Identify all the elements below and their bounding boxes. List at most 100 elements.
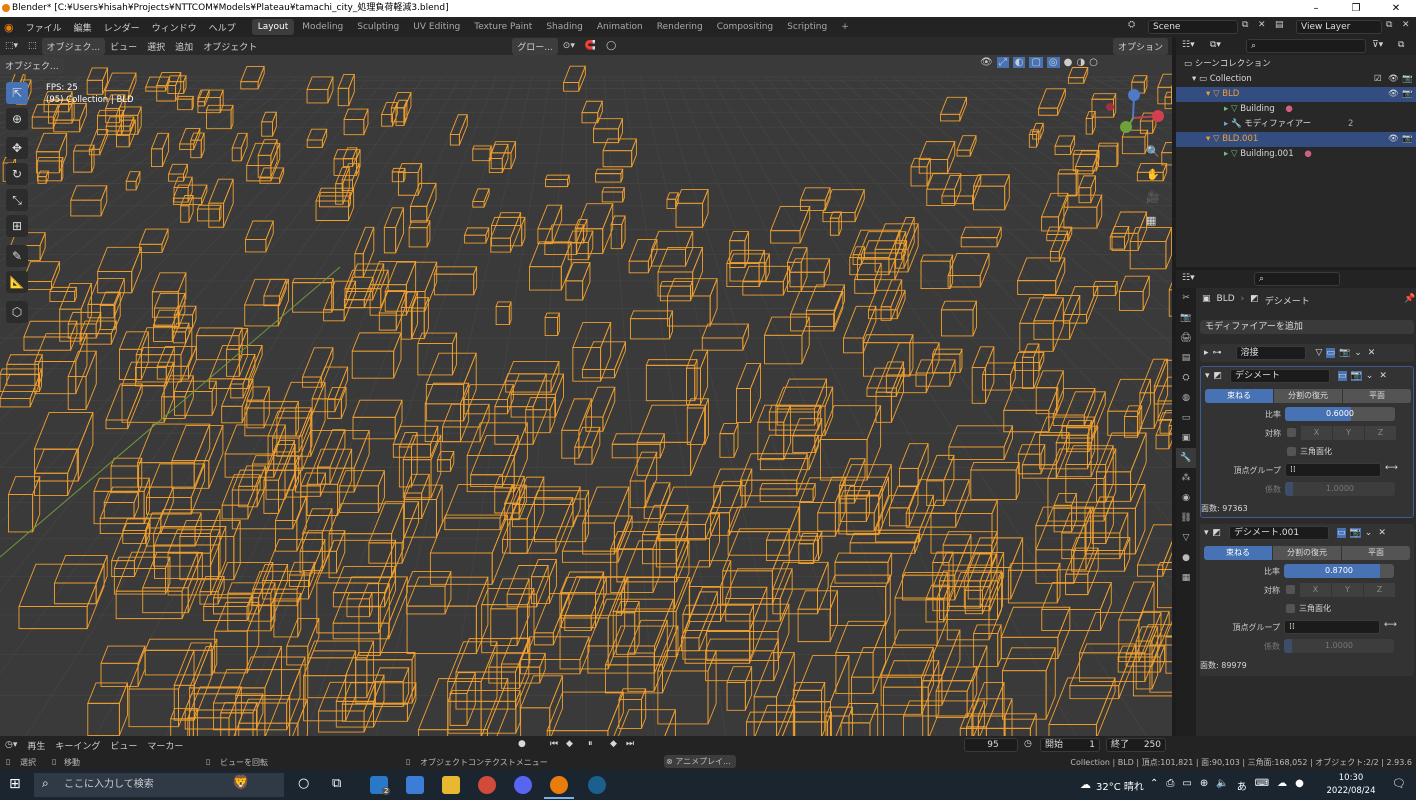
keyboard-icon[interactable]: ⌨ (1255, 778, 1269, 793)
dropdown-icon[interactable]: ⌄ (1354, 348, 1362, 358)
chrome-app-icon[interactable] (478, 776, 496, 794)
current-frame-field[interactable]: 95 (964, 738, 1018, 752)
outliner-item-bld[interactable]: ▾ ▽ BLD 👁 📷 (1176, 87, 1416, 102)
move-tool-icon[interactable]: ✥ (6, 137, 28, 159)
scene-tab-icon[interactable]: ⛭ (1176, 368, 1196, 388)
modifier-tab-icon[interactable]: 🔧 (1176, 448, 1196, 468)
viewport-toggle-icon[interactable]: ▭ (1338, 371, 1347, 381)
transform-tool-icon[interactable]: ⊞ (6, 215, 28, 237)
expand-icon[interactable]: ▾ (1204, 528, 1209, 538)
solid-shading-icon[interactable]: ● (1064, 57, 1073, 68)
tab-modeling[interactable]: Modeling (296, 19, 349, 35)
timeline-editor-icon[interactable]: ◷▾ (0, 738, 22, 752)
menu-render[interactable]: レンダー (104, 21, 140, 34)
outliner-item-building[interactable]: ▸ ▽ Building ● (1176, 102, 1416, 117)
collection-checkbox[interactable]: ☑ (1374, 72, 1382, 87)
mode-selector[interactable]: オブジェク... (41, 37, 106, 55)
properties-editor-icon[interactable]: ☷▾ (1182, 273, 1195, 283)
axis-x-button[interactable]: X (1301, 426, 1332, 440)
weather-icon[interactable]: ☁ (1080, 778, 1091, 791)
viewport-canvas[interactable] (0, 37, 1172, 736)
object-tab-icon[interactable]: ▣ (1176, 428, 1196, 448)
world-tab-icon[interactable]: ◍ (1176, 388, 1196, 408)
axis-z-button[interactable]: Z (1365, 426, 1396, 440)
symmetry-checkbox[interactable] (1287, 428, 1296, 437)
cancel-icon[interactable]: ⊗ (666, 757, 673, 766)
animation-playback-indicator[interactable]: ⊗ アニメプレイ... (664, 755, 736, 768)
discord-app-icon[interactable] (514, 776, 532, 794)
xray-toggle-icon[interactable]: ▢ (1029, 57, 1043, 68)
marker-menu[interactable]: マーカー (142, 737, 188, 754)
vertex-group-field[interactable]: ⁞⁞ (1284, 620, 1380, 634)
measure-tool-icon[interactable]: 📐 (6, 271, 28, 293)
rotate-tool-icon[interactable]: ↻ (6, 163, 28, 185)
transform-orientation-selector[interactable]: グロー... (512, 37, 558, 55)
view-menu[interactable]: ビュー (105, 737, 142, 754)
menu-select[interactable]: 選択 (142, 38, 170, 55)
snap-icon[interactable]: 🧲 (580, 39, 601, 53)
collapse-icon[interactable]: ▸ (1204, 348, 1209, 358)
z-axis-icon[interactable] (1128, 89, 1140, 101)
steam-app-icon[interactable] (588, 776, 606, 794)
pin-icon[interactable]: 📌 (1404, 294, 1415, 304)
factor-slider[interactable]: 1.0000 (1285, 482, 1395, 496)
render-toggle-icon[interactable]: 📷 (1350, 371, 1362, 381)
tab-shading[interactable]: Shading (540, 19, 589, 35)
tab-uv-editing[interactable]: UV Editing (407, 19, 466, 35)
mode-planar-button[interactable]: 平面 (1343, 389, 1411, 403)
dropdown-icon[interactable]: ⌄ (1366, 371, 1374, 381)
tab-sculpting[interactable]: Sculpting (351, 19, 405, 35)
mode-planar-button[interactable]: 平面 (1342, 546, 1410, 560)
outliner-item-modifiers[interactable]: ▸ 🔧 モディファイアー 2 (1176, 117, 1416, 132)
collection-visibility-icon[interactable]: 👁 (1388, 72, 1399, 87)
pan-hand-icon[interactable]: ✋ (1146, 168, 1160, 181)
viewport-toggle-icon[interactable]: ▭ (1337, 528, 1346, 538)
delete-view-layer-icon[interactable]: ✕ (1402, 20, 1410, 30)
remove-modifier-icon[interactable]: ✕ (1368, 348, 1376, 358)
outliner-item-bld-001[interactable]: ▾ ▽ BLD.001 👁 📷 (1176, 132, 1416, 147)
remove-modifier-icon[interactable]: ✕ (1379, 371, 1387, 381)
overlay-toggle-icon[interactable]: ◐ (1012, 57, 1026, 68)
triangulate-checkbox[interactable] (1287, 447, 1296, 456)
notification-icon[interactable]: 🗨 (1392, 777, 1406, 790)
weld-name-field[interactable]: 溶接 (1235, 346, 1306, 360)
file-explorer-icon[interactable] (442, 776, 460, 794)
bld-001-visibility-icon[interactable]: 👁 (1388, 132, 1399, 147)
blender-menu-icon[interactable]: ◉ (4, 21, 14, 34)
mode-collapse-button[interactable]: 束ねる (1204, 546, 1272, 560)
prev-keyframe-icon[interactable]: ◆ (566, 739, 573, 749)
filter-icon[interactable]: ⊽▾ (1372, 40, 1383, 50)
mode-collapse-button[interactable]: 束ねる (1205, 389, 1273, 403)
factor-slider[interactable]: 1.0000 (1284, 639, 1394, 653)
render-toggle-icon[interactable]: 📷 (1339, 348, 1350, 358)
particles-tab-icon[interactable]: ⁂ (1176, 468, 1196, 488)
constraints-tab-icon[interactable]: ⛓ (1176, 508, 1196, 528)
object-mode-button[interactable]: オブジェク... (0, 56, 64, 74)
maximize-button[interactable]: ❐ (1336, 0, 1376, 17)
search-highlight-icon[interactable]: 🦁 (232, 775, 249, 791)
new-scene-icon[interactable]: ⧉ (1242, 20, 1248, 30)
edit-mode-toggle-icon[interactable]: ▽ (1316, 348, 1323, 358)
camera-view-icon[interactable]: 🎥 (1146, 191, 1160, 204)
outliner-editor-icon[interactable]: ☷▾ (1182, 40, 1195, 50)
material-shading-icon[interactable]: ◑ (1076, 57, 1085, 68)
windows-start-icon[interactable]: ⊞ (9, 776, 21, 792)
ratio-slider[interactable]: 0.6000 (1285, 407, 1395, 421)
add-workspace-button[interactable]: + (835, 19, 855, 35)
view-layer-selector[interactable]: View Layer (1296, 20, 1382, 34)
delete-scene-icon[interactable]: ✕ (1258, 20, 1266, 30)
triangulate-checkbox[interactable] (1286, 604, 1295, 613)
texture-tab-icon[interactable]: ▦ (1176, 568, 1196, 588)
editor-type-icon[interactable]: ⬚▾ (0, 39, 23, 53)
store-app-icon[interactable] (406, 776, 424, 794)
network-icon[interactable]: ⊕ (1200, 778, 1208, 793)
menu-add[interactable]: 追加 (170, 38, 198, 55)
clock[interactable]: 10:30 2022/08/24 (1324, 772, 1378, 798)
perspective-grid-icon[interactable]: ▦ (1146, 214, 1160, 227)
outliner-collection[interactable]: ▾ ▭ Collection ☑ 👁 📷 (1176, 72, 1416, 87)
physics-tab-icon[interactable]: ◉ (1176, 488, 1196, 508)
speaker-icon[interactable]: 🔈 (1216, 778, 1228, 793)
menu-object[interactable]: オブジェクト (198, 38, 262, 55)
outliner-item-building-001[interactable]: ▸ ▽ Building.001 ● (1176, 147, 1416, 162)
visibility-icon[interactable]: 👁 (980, 57, 993, 68)
